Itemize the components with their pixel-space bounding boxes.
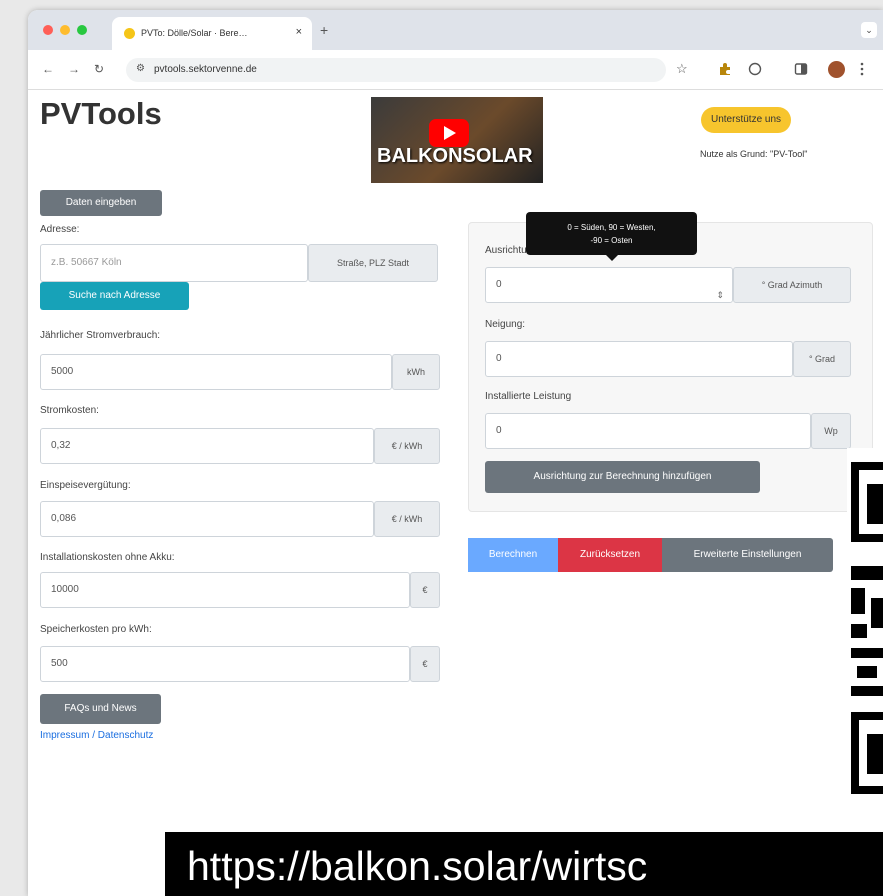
tilt-input[interactable]: 0: [485, 341, 793, 377]
imprint-link[interactable]: Impressum / Datenschutz: [40, 730, 153, 741]
back-icon[interactable]: ←: [42, 62, 54, 76]
favicon-icon: [124, 28, 135, 39]
side-panel-icon[interactable]: [794, 62, 808, 76]
reload-icon[interactable]: ↻: [94, 62, 104, 76]
orientation-panel: Ausrichtung: 0 ⇕ ° Grad Azimuth Neigung:…: [468, 222, 873, 512]
forward-icon[interactable]: →: [68, 62, 80, 76]
address-input[interactable]: z.B. 50667 Köln: [40, 244, 308, 282]
search-address-button[interactable]: Suche nach Adresse: [40, 282, 189, 310]
consumption-label: Jährlicher Stromverbrauch:: [40, 330, 161, 341]
minimize-window-icon[interactable]: [60, 25, 70, 35]
storage-cost-unit: €: [410, 646, 440, 682]
address-label: Adresse:: [40, 224, 80, 235]
calculate-button[interactable]: Berechnen: [468, 538, 558, 572]
browser-window: PVTo: Dölle/Solar · Bere… × + ⌄ ← → ↻ ⚙ …: [28, 10, 883, 896]
site-settings-icon[interactable]: ⚙: [136, 63, 145, 74]
azimuth-input[interactable]: 0 ⇕: [485, 267, 733, 303]
install-cost-label: Installationskosten ohne Akku:: [40, 552, 175, 563]
feedin-unit: € / kWh: [374, 501, 440, 537]
number-spinner-icon[interactable]: ⇕: [716, 278, 724, 312]
tab-title: PVTo: Dölle/Solar · Bere…: [141, 28, 248, 38]
close-window-icon[interactable]: [43, 25, 53, 35]
address-addon: Straße, PLZ Stadt: [308, 244, 438, 282]
cost-unit: € / kWh: [374, 428, 440, 464]
profile-avatar[interactable]: [828, 61, 845, 78]
faq-news-button[interactable]: FAQs und News: [40, 694, 161, 724]
tilt-unit: ° Grad: [793, 341, 851, 377]
reset-button[interactable]: Zurücksetzen: [558, 538, 662, 572]
url-caption-text: https://balkon.solar/wirtsc: [187, 843, 648, 889]
play-button-icon[interactable]: [429, 119, 469, 147]
zoom-window-icon[interactable]: [77, 25, 87, 35]
power-input[interactable]: 0: [485, 413, 811, 449]
site-logo[interactable]: PVTools: [40, 96, 162, 132]
power-label: Installierte Leistung: [485, 391, 572, 402]
video-thumbnail-text: BALKONSOLAR: [377, 145, 533, 167]
azimuth-tooltip: 0 = Süden, 90 = Westen, -90 = Osten: [526, 212, 697, 261]
kebab-menu-icon[interactable]: [860, 62, 864, 76]
bookmark-star-icon[interactable]: ☆: [676, 61, 688, 77]
storage-cost-input[interactable]: 500: [40, 646, 410, 682]
storage-cost-label: Speicherkosten pro kWh:: [40, 624, 152, 635]
consumption-unit: kWh: [392, 354, 440, 390]
feedin-label: Einspeisevergütung:: [40, 480, 131, 491]
azimuth-unit: ° Grad Azimuth: [733, 267, 851, 303]
feedin-input[interactable]: 0,086: [40, 501, 374, 537]
azimuth-value: 0: [496, 279, 502, 290]
download-shield-icon[interactable]: [748, 62, 762, 76]
power-unit: Wp: [811, 413, 851, 449]
qr-code: [847, 448, 883, 808]
cost-label: Stromkosten:: [40, 405, 99, 416]
extension-puzzle-icon[interactable]: [718, 62, 732, 76]
url-caption-banner: https://balkon.solar/wirtsc: [165, 832, 883, 896]
advanced-settings-button[interactable]: Erweiterte Einstellungen: [662, 538, 833, 572]
browser-tab[interactable]: PVTo: Dölle/Solar · Bere… ×: [112, 17, 312, 50]
usage-note: Nutze als Grund: "PV-Tool": [700, 149, 808, 159]
page-content: PVTools BALKONSOLAR Unterstütze uns Nutz…: [28, 90, 883, 896]
tab-search-icon[interactable]: ⌄: [861, 22, 877, 38]
install-cost-unit: €: [410, 572, 440, 608]
new-tab-icon[interactable]: +: [320, 22, 328, 38]
browser-toolbar: ← → ↻ ⚙ pvtools.sektorvenne.de ☆: [28, 50, 883, 90]
consumption-input[interactable]: 5000: [40, 354, 392, 390]
tab-bar: PVTo: Dölle/Solar · Bere… × + ⌄: [28, 10, 883, 50]
url-text[interactable]: pvtools.sektorvenne.de: [154, 64, 257, 75]
add-orientation-button[interactable]: Ausrichtung zur Berechnung hinzufügen: [485, 461, 760, 493]
tab-close-icon[interactable]: ×: [296, 26, 302, 38]
tooltip-line-2: -90 = Osten: [590, 236, 633, 245]
address-bar[interactable]: ⚙ pvtools.sektorvenne.de: [126, 58, 666, 82]
cost-input[interactable]: 0,32: [40, 428, 374, 464]
tilt-label: Neigung:: [485, 319, 526, 330]
support-button[interactable]: Unterstütze uns: [701, 107, 792, 133]
tooltip-line-1: 0 = Süden, 90 = Westen,: [567, 223, 656, 232]
enter-data-button[interactable]: Daten eingeben: [40, 190, 162, 216]
youtube-video-embed[interactable]: BALKONSOLAR: [371, 97, 543, 183]
install-cost-input[interactable]: 10000: [40, 572, 410, 608]
